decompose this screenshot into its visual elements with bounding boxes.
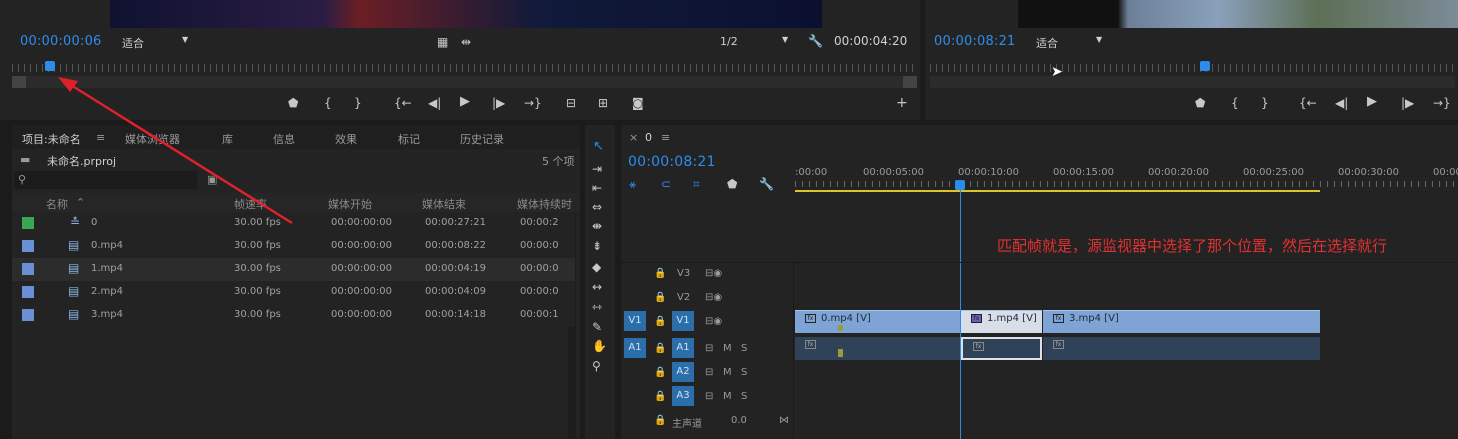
razor-icon[interactable]: ⇟: [592, 240, 602, 252]
mute-a3[interactable]: M: [723, 391, 732, 402]
voice-icon[interactable]: ⊟: [705, 391, 713, 402]
wrench-icon[interactable]: 🔧: [759, 178, 774, 190]
solo-a2[interactable]: S: [741, 367, 747, 378]
clip-label: 3.mp4 [V]: [1069, 313, 1119, 324]
solo-a3[interactable]: S: [741, 391, 747, 402]
fx-badge: fx: [805, 314, 816, 323]
eye-icon[interactable]: ⊟◉: [705, 268, 722, 279]
source-patch-v1[interactable]: V1: [624, 311, 646, 331]
fx-badge: fx: [1053, 314, 1064, 323]
voice-icon[interactable]: ⊟: [705, 343, 713, 354]
close-icon[interactable]: ×: [629, 131, 638, 144]
keyframe-marker: [838, 325, 843, 331]
timeline-timecode[interactable]: 00:00:08:21: [628, 154, 716, 170]
ripple-edit-icon[interactable]: ⇤: [592, 182, 602, 194]
track-v3[interactable]: V3: [677, 268, 690, 279]
solo-a1[interactable]: S: [741, 343, 747, 354]
sequence-tab[interactable]: 0: [645, 131, 652, 144]
snap-icon[interactable]: ⚹: [629, 178, 636, 190]
ruler-label: 00:00:20:00: [1148, 167, 1210, 178]
pen-icon[interactable]: ✎: [592, 321, 602, 333]
fx-badge: fx: [1053, 340, 1064, 349]
selection-tool-icon[interactable]: ↖: [593, 140, 604, 153]
menu-icon[interactable]: ≡: [661, 131, 670, 144]
clip-label: 0.mp4 [V]: [821, 313, 871, 324]
mute-a2[interactable]: M: [723, 367, 732, 378]
tools-panel: ↖ ⇥ ⇤ ⇔ ⇼ ⇟ ◆ ↔ ⇿ ✎ ✋ ⚲: [585, 125, 615, 439]
time-ruler[interactable]: :00:00 00:00:05:00 00:00:10:00 00:00:15:…: [795, 163, 1458, 193]
master-track: 主声道: [672, 419, 702, 430]
lock-icon[interactable]: 🔒: [654, 316, 666, 327]
slide-icon[interactable]: ↔: [592, 281, 602, 293]
ruler-label: 00:00:10:00: [958, 167, 1020, 178]
fx-badge: fx: [805, 340, 816, 349]
lock-icon[interactable]: 🔒: [654, 415, 666, 426]
timeline-playhead-handle[interactable]: [955, 180, 965, 190]
timeline-panel: × 0 ≡ 00:00:08:21 ⚹ ⊂ ⌗ ⬟ 🔧 :00:00 00:00…: [621, 125, 1458, 439]
clip-1-video[interactable]: fx 1.mp4 [V]: [961, 310, 1042, 333]
eye-icon[interactable]: ⊟◉: [705, 316, 722, 327]
zoom-icon[interactable]: ⚲: [592, 360, 601, 372]
track-v2[interactable]: V2: [677, 292, 690, 303]
track-a3[interactable]: A3: [672, 386, 694, 406]
lock-icon[interactable]: 🔒: [654, 292, 666, 303]
track-select-icon[interactable]: ⇥: [592, 163, 602, 175]
clip-3-video[interactable]: fx 3.mp4 [V]: [1043, 310, 1320, 333]
ruler-label: :00:00: [795, 167, 828, 178]
lock-icon[interactable]: 🔒: [654, 343, 666, 354]
keyframe-marker: [838, 349, 843, 357]
ruler-label: 00:00:15:00: [1053, 167, 1115, 178]
linked-selection-icon[interactable]: ⊂: [661, 178, 671, 190]
track-a1[interactable]: A1: [672, 338, 694, 358]
eye-icon[interactable]: ⊟◉: [705, 292, 722, 303]
fx-badge: fx: [973, 342, 984, 351]
pen-extra-icon[interactable]: ⇿: [592, 301, 602, 313]
ruler-label: 00:00: [1433, 167, 1458, 178]
mute-a1[interactable]: M: [723, 343, 732, 354]
clip-0-video[interactable]: fx 0.mp4 [V]: [795, 310, 960, 333]
ruler-label: 00:00:30:00: [1338, 167, 1400, 178]
clip-3-audio[interactable]: fx: [1043, 337, 1320, 360]
hand-icon[interactable]: ✋: [592, 340, 607, 352]
master-volume[interactable]: 0.0: [731, 415, 747, 426]
voice-icon[interactable]: ⊟: [705, 367, 713, 378]
work-area-bar[interactable]: [795, 190, 1320, 192]
slip-icon[interactable]: ◆: [592, 261, 601, 273]
track-a2[interactable]: A2: [672, 362, 694, 382]
add-marker-icon[interactable]: ⌗: [693, 178, 700, 190]
playhead-line-over-clips: [960, 308, 961, 439]
clip-label: 1.mp4 [V]: [987, 313, 1037, 324]
lock-icon[interactable]: 🔒: [654, 268, 666, 279]
source-patch-a1[interactable]: A1: [624, 338, 646, 358]
ruler-label: 00:00:25:00: [1243, 167, 1305, 178]
marker-icon[interactable]: ⬟: [727, 178, 737, 190]
lock-icon[interactable]: 🔒: [654, 367, 666, 378]
clip-0-audio[interactable]: fx: [795, 337, 960, 360]
rate-stretch-icon[interactable]: ⇼: [592, 220, 602, 232]
annotation-text: 匹配帧就是，源监视器中选择了那个位置，然后在选择就行: [997, 237, 1388, 255]
lock-icon[interactable]: 🔒: [654, 391, 666, 402]
rolling-edit-icon[interactable]: ⇔: [592, 201, 602, 213]
track-v1[interactable]: V1: [672, 311, 694, 331]
clip-1-audio[interactable]: fx: [961, 337, 1042, 360]
bowtie-icon[interactable]: ⋈: [779, 415, 789, 426]
fx-badge: fx: [971, 314, 982, 323]
ruler-label: 00:00:05:00: [863, 167, 925, 178]
